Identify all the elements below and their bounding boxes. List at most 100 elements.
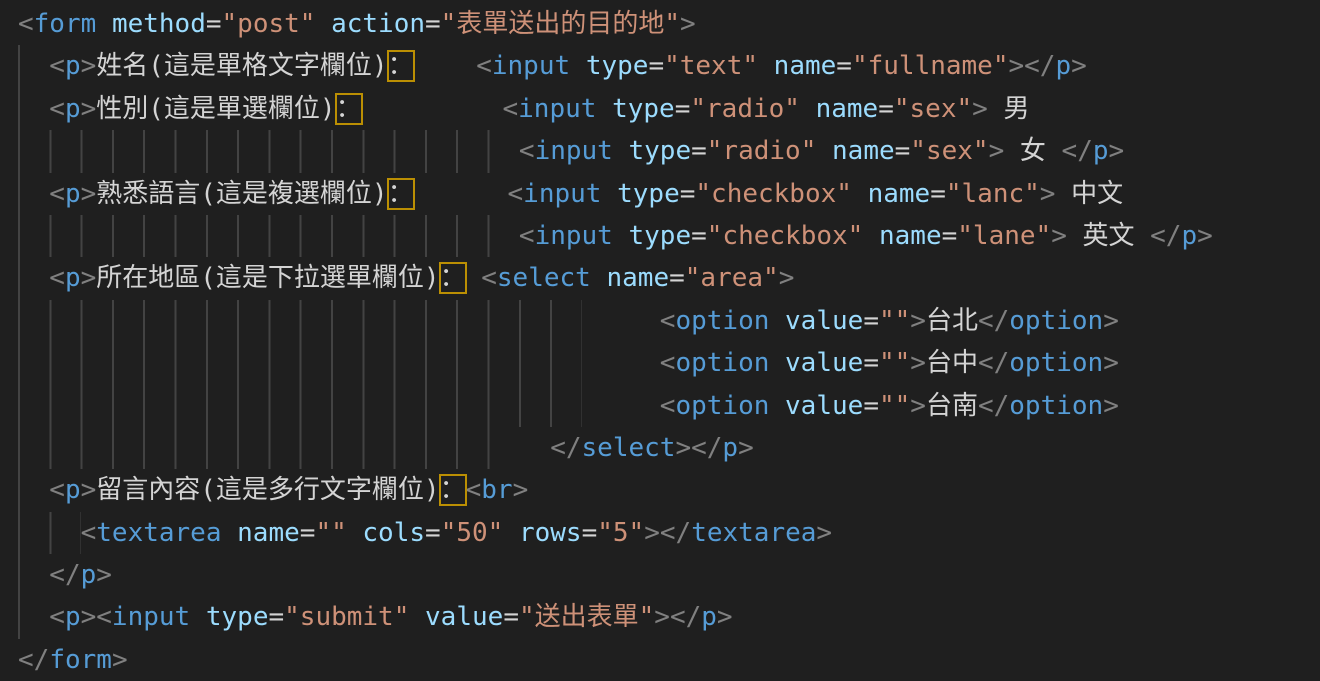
indent-guides	[18, 300, 582, 342]
code-token: <	[49, 263, 65, 293]
code-token	[414, 179, 508, 209]
code-token	[769, 306, 785, 336]
code-token: <	[49, 475, 65, 505]
code-token: >	[910, 348, 926, 378]
code-token: <	[519, 221, 535, 251]
indent-guides	[18, 88, 49, 130]
code-token: type	[612, 94, 675, 124]
code-token: "checkbox"	[707, 221, 864, 251]
code-token	[503, 518, 519, 548]
indent-guides	[18, 554, 49, 596]
code-token: <	[481, 263, 497, 293]
code-token: </	[550, 433, 581, 463]
code-token: >	[513, 475, 529, 505]
code-token: >	[675, 433, 691, 463]
code-token: 性別(這是單選欄位)	[96, 94, 335, 124]
code-token: "sex"	[894, 94, 972, 124]
code-token: 中文	[1055, 179, 1123, 209]
code-token: </	[978, 391, 1009, 421]
code-token	[190, 602, 206, 632]
code-token: >	[910, 391, 926, 421]
code-token: p	[65, 263, 81, 293]
code-token: >	[1109, 136, 1125, 166]
code-line[interactable]: <option value="">台南</option>	[18, 385, 1320, 427]
code-token: >	[910, 306, 926, 336]
code-token: "5"	[597, 518, 644, 548]
code-editor[interactable]: <form method="post" action="表單送出的目的地"><p…	[0, 0, 1320, 681]
code-token: value	[785, 306, 863, 336]
code-token: =	[836, 51, 852, 81]
code-token: >	[112, 645, 128, 675]
code-token: =	[648, 51, 664, 81]
code-token	[409, 602, 425, 632]
indent-guides	[18, 385, 582, 427]
code-token: name	[832, 136, 895, 166]
code-token: <	[502, 94, 518, 124]
code-line[interactable]: <option value="">台北</option>	[18, 300, 1320, 342]
code-token: =	[675, 94, 691, 124]
code-token	[582, 391, 660, 421]
code-token	[582, 348, 660, 378]
code-token: name	[774, 51, 837, 81]
code-token: =	[878, 94, 894, 124]
code-token: 台北	[926, 306, 978, 336]
code-token: p	[701, 602, 717, 632]
code-line[interactable]: <p>性別(這是單選欄位)： <input type="radio" name=…	[18, 88, 1320, 130]
code-token: =	[680, 179, 696, 209]
code-token: >	[96, 560, 112, 590]
code-token: name	[606, 263, 669, 293]
code-line[interactable]: <input type="radio" name="sex"> 女 </p>	[18, 130, 1320, 172]
code-line[interactable]: <form method="post" action="表單送出的目的地">	[18, 3, 1320, 45]
code-token: >	[1103, 391, 1119, 421]
code-token	[582, 306, 660, 336]
code-token: p	[1181, 221, 1197, 251]
code-token: =	[582, 518, 598, 548]
code-line[interactable]: <option value="">台中</option>	[18, 342, 1320, 384]
code-token: 英文	[1067, 221, 1150, 251]
code-token: >	[989, 136, 1005, 166]
code-token: "fullname"	[852, 51, 1009, 81]
code-token	[315, 9, 331, 39]
code-token: p	[65, 475, 81, 505]
code-line[interactable]: <p>所在地區(這是下拉選單欄位)： <select name="area">	[18, 257, 1320, 299]
code-token: 所在地區(這是下拉選單欄位)	[96, 263, 439, 293]
code-token: >	[654, 602, 670, 632]
code-line[interactable]: <input type="checkbox" name="lane"> 英文 <…	[18, 215, 1320, 257]
code-token: <	[519, 136, 535, 166]
code-line[interactable]: <p>姓名(這是單格文字欄位)： <input type="text" name…	[18, 45, 1320, 87]
code-token: >	[1103, 306, 1119, 336]
code-token: "lanc"	[946, 179, 1040, 209]
unicode-highlight-box: ：	[388, 179, 414, 209]
code-token: p	[65, 602, 81, 632]
indent-guides	[18, 215, 519, 257]
code-token: =	[691, 221, 707, 251]
indent-guides	[18, 130, 519, 172]
code-token: >	[738, 433, 754, 463]
code-line[interactable]: <p>熟悉語言(這是複選欄位)： <input type="checkbox" …	[18, 173, 1320, 215]
code-token: <	[476, 51, 492, 81]
code-token: input	[523, 179, 601, 209]
code-token: >	[1040, 179, 1056, 209]
code-token: =	[503, 602, 519, 632]
code-token: type	[617, 179, 680, 209]
code-line[interactable]: </form>	[18, 639, 1320, 681]
code-token	[613, 136, 629, 166]
code-line[interactable]: </select></p>	[18, 427, 1320, 469]
code-token: =	[300, 518, 316, 548]
code-token: >	[1103, 348, 1119, 378]
code-token: input	[518, 94, 596, 124]
code-token: <	[49, 179, 65, 209]
code-token: type	[586, 51, 649, 81]
code-token: =	[863, 391, 879, 421]
indent-guides	[18, 45, 49, 87]
code-line[interactable]: </p>	[18, 554, 1320, 596]
code-line[interactable]: <textarea name="" cols="50" rows="5"></t…	[18, 512, 1320, 554]
code-line[interactable]: <p>留言內容(這是多行文字欄位)：<br>	[18, 469, 1320, 511]
code-token	[222, 518, 238, 548]
code-line[interactable]: <p><input type="submit" value="送出表單"></p…	[18, 596, 1320, 638]
code-token: =	[425, 518, 441, 548]
code-token: textarea	[96, 518, 221, 548]
code-token: type	[629, 136, 692, 166]
code-token: <	[508, 179, 524, 209]
code-token: 留言內容(這是多行文字欄位)	[96, 475, 439, 505]
